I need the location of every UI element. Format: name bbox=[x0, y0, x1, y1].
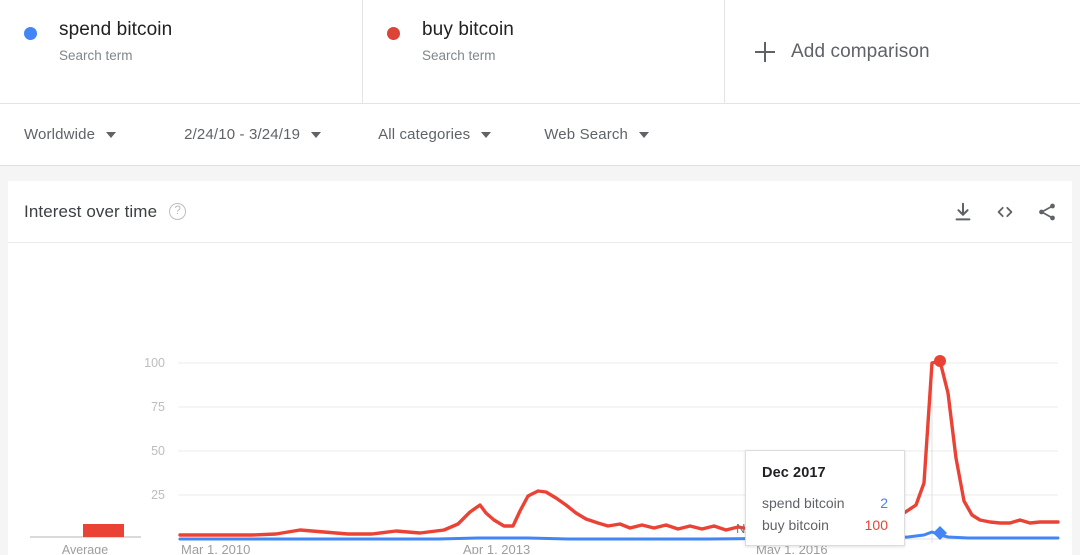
x-tick-0: Mar 1, 2010 bbox=[181, 542, 250, 554]
chart-area: 100 75 50 25 Average Mar 1, 2010 Apr 1, … bbox=[8, 243, 1072, 554]
term-label: buy bitcoin bbox=[422, 19, 514, 40]
filter-geo-label: Worldwide bbox=[24, 126, 96, 143]
term-label: spend bitcoin bbox=[59, 19, 173, 40]
card-actions bbox=[952, 201, 1058, 223]
chevron-down-icon bbox=[639, 131, 650, 138]
card-header: Interest over time ? bbox=[8, 181, 1072, 243]
y-tick-75: 75 bbox=[151, 400, 165, 414]
plus-icon bbox=[755, 41, 775, 62]
term-color-dot bbox=[24, 27, 37, 40]
interest-over-time-card: Interest over time ? 100 75 50 25 Averag… bbox=[8, 181, 1072, 555]
term-sublabel: Search term bbox=[59, 48, 133, 63]
chevron-down-icon bbox=[311, 131, 322, 138]
tooltip-date: Dec 2017 bbox=[762, 465, 826, 481]
tooltip-term: buy bitcoin bbox=[762, 517, 829, 533]
share-icon[interactable] bbox=[1036, 201, 1058, 223]
average-legend: Average bbox=[30, 524, 141, 554]
series-line-spend-bitcoin bbox=[178, 530, 1060, 541]
tooltip-value: 2 bbox=[880, 495, 888, 511]
average-legend-label: Average bbox=[62, 543, 108, 554]
interest-over-time-chart[interactable]: 100 75 50 25 Average Mar 1, 2010 Apr 1, … bbox=[8, 243, 1072, 554]
tooltip-row: spend bitcoin 2 bbox=[762, 495, 888, 511]
data-point-buy-bitcoin-dec-2017 bbox=[934, 355, 946, 367]
filter-category[interactable]: All categories bbox=[378, 126, 492, 143]
add-comparison-label: Add comparison bbox=[791, 40, 930, 62]
x-tick-1: Apr 1, 2013 bbox=[463, 542, 530, 554]
embed-icon[interactable] bbox=[994, 201, 1016, 223]
filter-category-label: All categories bbox=[378, 126, 471, 143]
chart-tooltip: Dec 2017 spend bitcoin 2 buy bitcoin 100 bbox=[745, 450, 905, 546]
google-trends-page: spend bitcoin Search term buy bitcoin Se… bbox=[0, 0, 1080, 555]
tooltip-value: 100 bbox=[864, 517, 888, 533]
series-line-buy-bitcoin bbox=[178, 359, 1060, 537]
download-icon[interactable] bbox=[952, 201, 974, 223]
card-title: Interest over time bbox=[24, 201, 158, 221]
term-color-dot bbox=[387, 27, 400, 40]
term-card-spend-bitcoin[interactable]: spend bitcoin Search term bbox=[0, 0, 363, 103]
term-sublabel: Search term bbox=[422, 48, 496, 63]
y-tick-100: 100 bbox=[144, 356, 165, 370]
y-tick-50: 50 bbox=[151, 444, 165, 458]
term-card-buy-bitcoin[interactable]: buy bitcoin Search term bbox=[363, 0, 725, 103]
help-icon[interactable]: ? bbox=[169, 203, 187, 220]
filter-time-label: 2/24/10 - 3/24/19 bbox=[184, 126, 301, 143]
chevron-down-icon bbox=[481, 131, 492, 138]
data-point-spend-bitcoin-dec-2017 bbox=[933, 526, 947, 540]
filter-geo[interactable]: Worldwide bbox=[24, 126, 117, 143]
filter-search-type-label: Web Search bbox=[544, 126, 629, 143]
tooltip-term: spend bitcoin bbox=[762, 495, 845, 511]
filter-time-range[interactable]: 2/24/10 - 3/24/19 bbox=[184, 126, 322, 143]
filter-search-type[interactable]: Web Search bbox=[544, 126, 650, 143]
y-tick-25: 25 bbox=[151, 488, 165, 502]
chevron-down-icon bbox=[106, 131, 117, 138]
tooltip-row: buy bitcoin 100 bbox=[762, 517, 888, 533]
add-comparison-button[interactable]: Add comparison bbox=[725, 0, 1080, 103]
filter-bar: Worldwide 2/24/10 - 3/24/19 All categori… bbox=[0, 104, 1080, 166]
search-terms-bar: spend bitcoin Search term buy bitcoin Se… bbox=[0, 0, 1080, 104]
